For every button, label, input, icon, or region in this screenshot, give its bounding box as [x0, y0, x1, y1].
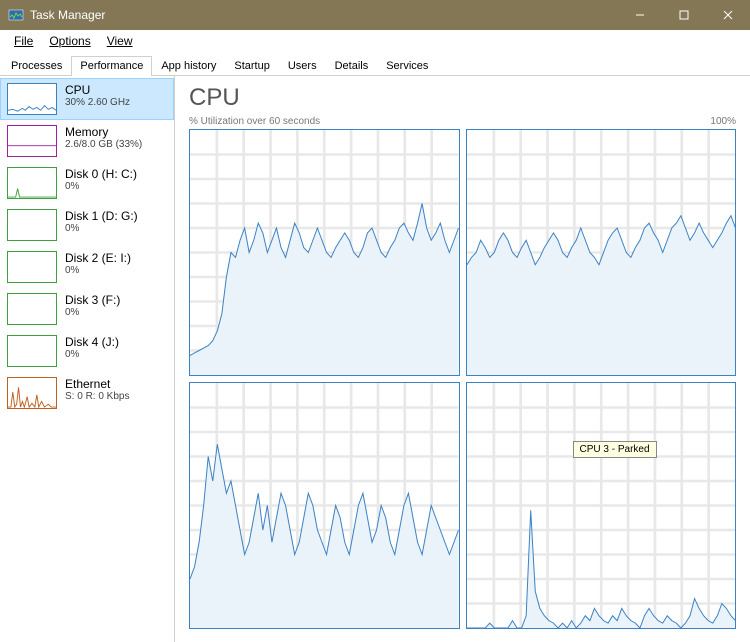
sidebar-cpu-label: CPU: [65, 83, 130, 97]
disk0-thumb-icon: [7, 167, 57, 199]
sidebar-disk1-info: Disk 1 (D: G:) 0%: [65, 209, 138, 241]
sidebar-ethernet-label: Ethernet: [65, 377, 129, 391]
titlebar: Task Manager: [0, 0, 750, 30]
sidebar-item-cpu[interactable]: CPU 30% 2.60 GHz: [0, 78, 174, 120]
axis-label-left: % Utilization over 60 seconds: [189, 116, 320, 127]
sidebar-disk4-sub: 0%: [65, 349, 119, 360]
main-panel: CPU % Utilization over 60 seconds 100% C…: [175, 76, 750, 642]
menu-file-label: File: [14, 34, 33, 48]
sidebar-item-disk1[interactable]: Disk 1 (D: G:) 0%: [0, 204, 174, 246]
page-title: CPU: [189, 84, 736, 112]
sidebar-ethernet-info: Ethernet S: 0 R: 0 Kbps: [65, 377, 129, 409]
content-area: CPU 30% 2.60 GHz Memory 2.6/8.0 GB (33%)…: [0, 76, 750, 642]
cpu2-chart[interactable]: [189, 382, 460, 629]
menu-file[interactable]: File: [6, 32, 41, 50]
sidebar-disk3-sub: 0%: [65, 307, 120, 318]
sidebar-disk2-label: Disk 2 (E: I:): [65, 251, 131, 265]
sidebar-memory-label: Memory: [65, 125, 142, 139]
close-button[interactable]: [706, 0, 750, 30]
menu-view-label: View: [107, 34, 133, 48]
tab-strip: Processes Performance App history Startu…: [0, 52, 750, 76]
sidebar-item-disk3[interactable]: Disk 3 (F:) 0%: [0, 288, 174, 330]
menu-options[interactable]: Options: [41, 32, 98, 50]
cpu0-chart[interactable]: [189, 129, 460, 376]
sidebar-cpu-info: CPU 30% 2.60 GHz: [65, 83, 130, 115]
tab-app-history[interactable]: App history: [152, 56, 225, 76]
sidebar-disk3-info: Disk 3 (F:) 0%: [65, 293, 120, 325]
cpu-thumb-icon: [7, 83, 57, 115]
cpu3-tooltip: CPU 3 - Parked: [573, 441, 657, 458]
sidebar-ethernet-sub: S: 0 R: 0 Kbps: [65, 391, 129, 402]
sidebar-disk0-info: Disk 0 (H: C:) 0%: [65, 167, 137, 199]
tab-startup[interactable]: Startup: [225, 56, 278, 76]
tab-processes[interactable]: Processes: [2, 56, 71, 76]
sidebar-disk3-label: Disk 3 (F:): [65, 293, 120, 307]
tab-performance[interactable]: Performance: [71, 56, 152, 76]
cpu-chart-grid: CPU 3 - Parked: [189, 129, 736, 629]
sidebar-memory-info: Memory 2.6/8.0 GB (33%): [65, 125, 142, 157]
cpu3-chart[interactable]: CPU 3 - Parked: [466, 382, 737, 629]
sidebar-item-disk0[interactable]: Disk 0 (H: C:) 0%: [0, 162, 174, 204]
menu-options-label: Options: [49, 34, 90, 48]
window-title: Task Manager: [30, 8, 618, 22]
tab-users[interactable]: Users: [279, 56, 326, 76]
sidebar-disk2-sub: 0%: [65, 265, 131, 276]
sidebar-memory-sub: 2.6/8.0 GB (33%): [65, 139, 142, 150]
app-icon: [8, 7, 24, 23]
chart-axis-labels: % Utilization over 60 seconds 100%: [189, 116, 736, 127]
disk3-thumb-icon: [7, 293, 57, 325]
sidebar-disk4-info: Disk 4 (J:) 0%: [65, 335, 119, 367]
minimize-button[interactable]: [618, 0, 662, 30]
sidebar-disk1-label: Disk 1 (D: G:): [65, 209, 138, 223]
axis-label-right: 100%: [710, 116, 736, 127]
sidebar-item-memory[interactable]: Memory 2.6/8.0 GB (33%): [0, 120, 174, 162]
disk4-thumb-icon: [7, 335, 57, 367]
disk2-thumb-icon: [7, 251, 57, 283]
sidebar-disk0-label: Disk 0 (H: C:): [65, 167, 137, 181]
sidebar-item-ethernet[interactable]: Ethernet S: 0 R: 0 Kbps: [0, 372, 174, 414]
sidebar-disk4-label: Disk 4 (J:): [65, 335, 119, 349]
performance-sidebar: CPU 30% 2.60 GHz Memory 2.6/8.0 GB (33%)…: [0, 76, 175, 642]
sidebar-disk2-info: Disk 2 (E: I:) 0%: [65, 251, 131, 283]
sidebar-item-disk4[interactable]: Disk 4 (J:) 0%: [0, 330, 174, 372]
menu-view[interactable]: View: [99, 32, 141, 50]
ethernet-thumb-icon: [7, 377, 57, 409]
sidebar-cpu-sub: 30% 2.60 GHz: [65, 97, 130, 108]
sidebar-item-disk2[interactable]: Disk 2 (E: I:) 0%: [0, 246, 174, 288]
cpu1-chart[interactable]: [466, 129, 737, 376]
sidebar-disk0-sub: 0%: [65, 181, 137, 192]
maximize-button[interactable]: [662, 0, 706, 30]
disk1-thumb-icon: [7, 209, 57, 241]
tab-details[interactable]: Details: [326, 56, 378, 76]
menubar: File Options View: [0, 30, 750, 52]
tab-services[interactable]: Services: [377, 56, 437, 76]
memory-thumb-icon: [7, 125, 57, 157]
sidebar-disk1-sub: 0%: [65, 223, 138, 234]
